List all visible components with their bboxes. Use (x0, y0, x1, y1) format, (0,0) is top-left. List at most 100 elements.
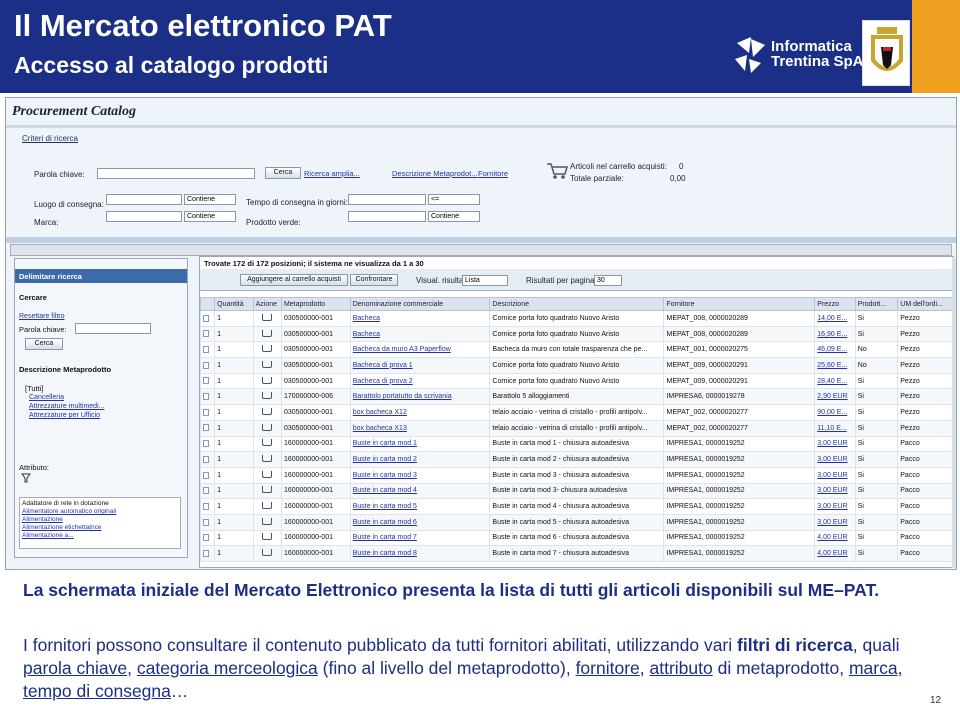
attribute-item[interactable]: Alimentazione a... (22, 532, 74, 539)
quantity-cell[interactable]: 1 (214, 498, 254, 515)
delivery-place-input[interactable] (106, 194, 182, 205)
table-row[interactable]: 1 030500000-001 Bacheca Cornice porta foto … (199, 310, 953, 327)
add-to-cart-cell[interactable] (252, 498, 282, 515)
quantity-cell[interactable]: 1 (214, 419, 254, 437)
trade-name-link[interactable]: Buste in carta mod 1 (349, 435, 491, 453)
quantity-cell[interactable]: 1 (214, 545, 254, 562)
table-row[interactable]: 1 030500000-001 box bacheca X12 telaio acci… (199, 404, 953, 421)
row-select-checkbox[interactable] (199, 513, 216, 531)
price-link[interactable]: 3,00 EUR (814, 498, 856, 515)
green-product-input[interactable] (348, 211, 426, 222)
cart-icon[interactable] (262, 486, 273, 494)
sidebar-keyword-input[interactable] (75, 323, 151, 334)
supplier-link[interactable]: Fornitore (478, 169, 508, 178)
table-row[interactable]: 1 160000000-001 Buste in carta mod 4 Buste … (199, 482, 953, 500)
row-select-checkbox[interactable] (199, 545, 216, 562)
add-to-cart-cell[interactable] (252, 451, 282, 468)
price-link[interactable]: 11,10 E... (814, 419, 856, 437)
price-link[interactable]: 3,00 EUR (814, 482, 856, 500)
price-link[interactable]: 28,40 E... (814, 372, 856, 390)
delivery-time-input[interactable] (348, 194, 426, 205)
trade-name-link[interactable]: box bacheca X13 (349, 419, 491, 437)
cart-icon[interactable] (262, 360, 273, 368)
cart-icon[interactable] (262, 533, 273, 541)
price-link[interactable]: 3,00 EUR (814, 435, 856, 453)
quantity-cell[interactable]: 1 (214, 404, 254, 421)
row-select-checkbox[interactable] (199, 529, 216, 547)
cart-icon[interactable] (262, 407, 273, 415)
row-select-checkbox[interactable] (199, 325, 216, 343)
trade-name-link[interactable]: Buste in carta mod 3 (349, 466, 491, 484)
cart-icon[interactable] (262, 345, 273, 353)
price-link[interactable]: 2,90 EUR (814, 388, 856, 406)
per-page-select[interactable]: 30 (594, 275, 622, 286)
table-row[interactable]: 1 160000000-001 Buste in carta mod 6 Buste … (199, 513, 953, 531)
col-supplier[interactable]: Fornitore (663, 297, 816, 311)
vertical-scrollbar[interactable] (952, 258, 956, 568)
trade-name-link[interactable]: Bacheca da muro A3 Paperflow (349, 341, 491, 359)
delivery-time-operator-select[interactable]: <= (428, 194, 480, 205)
price-link[interactable]: 25,60 E... (814, 357, 856, 374)
price-link[interactable]: 4,00 EUR (814, 529, 856, 547)
trade-name-link[interactable]: Bacheca (349, 310, 491, 327)
view-result-select[interactable]: Lista (462, 275, 508, 286)
add-to-cart-cell[interactable] (252, 545, 282, 562)
trade-name-link[interactable]: Bacheca (349, 325, 491, 343)
attribute-item[interactable]: Adattatore di rete in dotazione (22, 500, 109, 507)
cart-icon[interactable] (262, 423, 273, 431)
col-unit[interactable]: UM dell'ordi... (897, 297, 953, 311)
trade-name-link[interactable]: Buste in carta mod 8 (349, 545, 491, 562)
description-link[interactable]: Descrizione Metaprodot... (392, 169, 477, 178)
add-to-cart-cell[interactable] (252, 372, 282, 390)
table-row[interactable]: 1 030500000-001 Bacheca Cornice porta foto … (199, 325, 953, 343)
table-row[interactable]: 1 030500000-001 box bacheca X13 telaio acci… (199, 419, 953, 437)
tree-item-stationery[interactable]: Cancelleria (29, 394, 64, 401)
row-select-checkbox[interactable] (199, 357, 216, 374)
add-to-cart-cell[interactable] (252, 482, 282, 500)
table-row[interactable]: 1 160000000-001 Buste in carta mod 8 Buste … (199, 545, 953, 562)
price-link[interactable]: 3,00 EUR (814, 466, 856, 484)
add-to-cart-cell[interactable] (252, 435, 282, 453)
shopping-cart-icon[interactable] (546, 162, 568, 180)
quantity-cell[interactable]: 1 (214, 466, 254, 484)
compare-button[interactable]: Confrontare (350, 274, 398, 286)
select-all-checkbox[interactable] (199, 297, 216, 311)
cart-icon[interactable] (262, 313, 273, 321)
add-to-cart-cell[interactable] (252, 529, 282, 547)
add-to-cart-cell[interactable] (252, 341, 282, 359)
cart-icon[interactable] (262, 517, 273, 525)
col-product[interactable]: Prodott... (854, 297, 899, 311)
row-select-checkbox[interactable] (199, 341, 216, 359)
price-link[interactable]: 46,09 E... (814, 341, 856, 359)
quantity-cell[interactable]: 1 (214, 513, 254, 531)
quantity-cell[interactable]: 1 (214, 325, 254, 343)
collapse-bar[interactable] (10, 244, 952, 256)
cart-icon[interactable] (262, 439, 273, 447)
row-select-checkbox[interactable] (199, 466, 216, 484)
add-to-cart-cell[interactable] (252, 325, 282, 343)
attribute-list[interactable]: Adattatore di rete in dotazione Alimenta… (19, 497, 181, 549)
row-select-checkbox[interactable] (199, 419, 216, 437)
table-row[interactable]: 1 160000000-001 Buste in carta mod 7 Buste … (199, 529, 953, 547)
row-select-checkbox[interactable] (199, 482, 216, 500)
quantity-cell[interactable]: 1 (214, 357, 254, 374)
col-metaproduct[interactable]: Metaprodotto (280, 297, 351, 311)
price-link[interactable]: 4,00 EUR (814, 545, 856, 562)
trade-name-link[interactable]: box bacheca X12 (349, 404, 491, 421)
add-to-cart-cell[interactable] (252, 357, 282, 374)
table-row[interactable]: 1 170000000-006 Barattolo portatutto da sc… (199, 388, 953, 406)
col-trade-name[interactable]: Denominazione commerciale (349, 297, 491, 311)
keyword-input[interactable] (97, 168, 255, 179)
tree-item-office[interactable]: Attrezzature per Ufficio (29, 412, 100, 419)
price-link[interactable]: 14,00 E... (814, 310, 856, 327)
green-product-operator-select[interactable]: Contiene (428, 211, 480, 222)
attribute-item[interactable]: Alimentatore automatico originali (22, 508, 116, 515)
table-row[interactable]: 1 160000000-001 Buste in carta mod 5 Buste … (199, 498, 953, 515)
cart-icon[interactable] (262, 549, 273, 557)
cart-icon[interactable] (262, 392, 273, 400)
table-row[interactable]: 1 160000000-001 Buste in carta mod 2 Buste … (199, 451, 953, 468)
search-criteria-link[interactable]: Criteri di ricerca (22, 134, 78, 143)
row-select-checkbox[interactable] (199, 435, 216, 453)
quantity-cell[interactable]: 1 (214, 388, 254, 406)
tree-item-multimedia[interactable]: Attrezzature multimedi... (29, 403, 104, 410)
